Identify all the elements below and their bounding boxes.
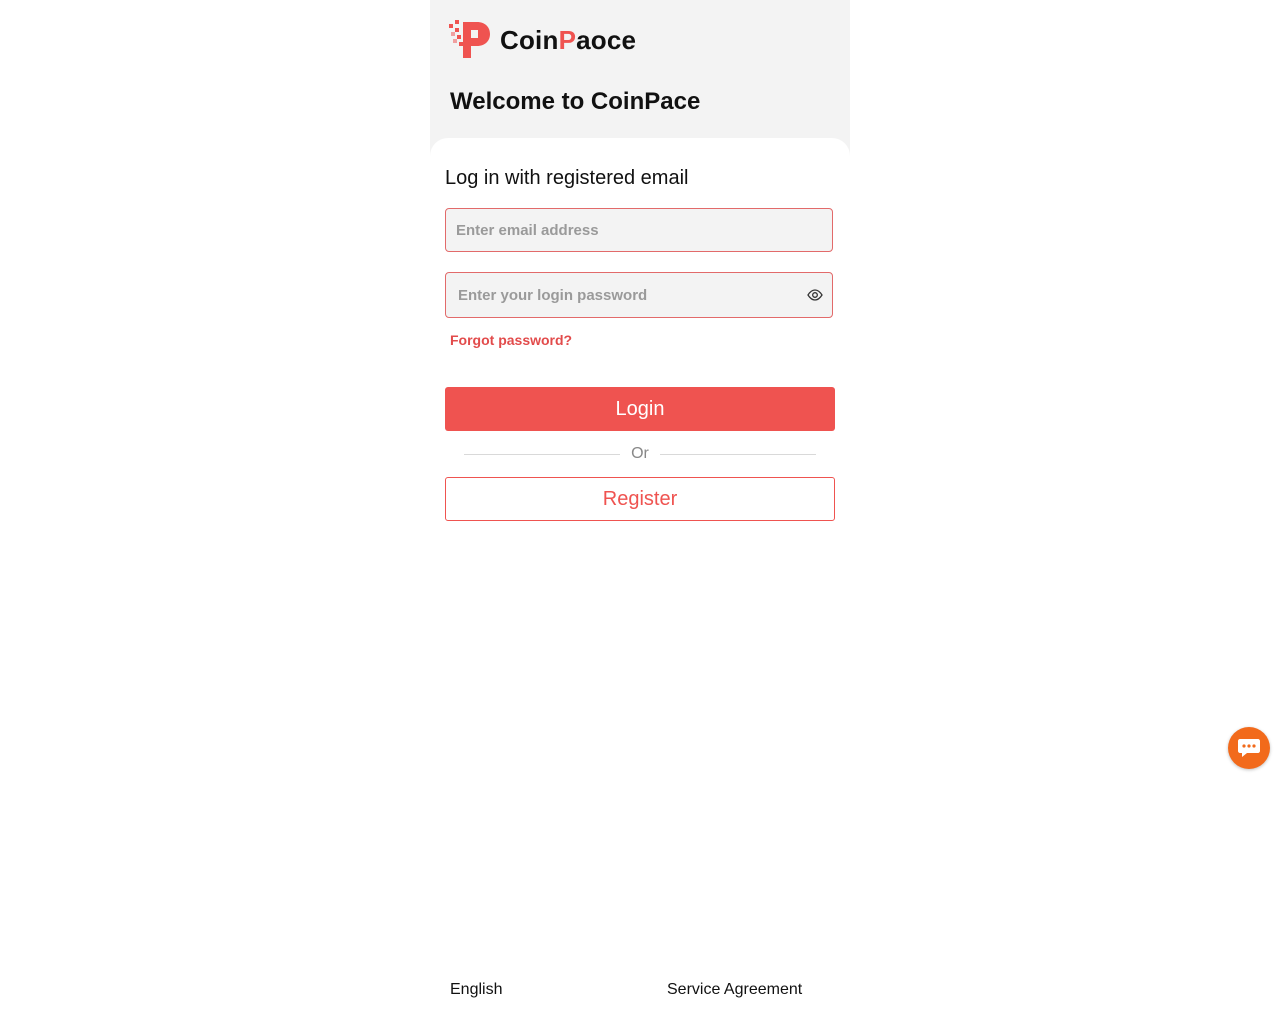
login-button[interactable]: Login [445, 387, 835, 431]
page-title: Welcome to CoinPace [450, 88, 701, 115]
header: CoinPaoce Welcome to CoinPace [430, 0, 850, 160]
password-field [445, 272, 833, 318]
login-card: Log in with registered email Forgot pass… [430, 138, 850, 1024]
brand-name: CoinPaoce [500, 25, 637, 55]
or-divider: Or [464, 445, 816, 465]
login-subtitle: Log in with registered email [445, 167, 689, 189]
coinpace-logo-icon [449, 20, 490, 58]
chat-bubble-icon [1238, 739, 1260, 757]
register-button[interactable]: Register [445, 477, 835, 521]
service-agreement-link[interactable]: Service Agreement [667, 981, 802, 999]
app-column: CoinPaoce Welcome to CoinPace Log in wit… [430, 0, 850, 1024]
email-input[interactable] [446, 209, 832, 251]
eye-icon[interactable] [807, 288, 823, 302]
divider-line [660, 454, 816, 455]
chat-button[interactable] [1228, 727, 1270, 769]
language-selector[interactable]: English [450, 981, 502, 999]
password-input[interactable] [446, 273, 832, 317]
email-field [445, 208, 833, 252]
page: CoinPaoce Welcome to CoinPace Log in wit… [0, 0, 1280, 1024]
forgot-password-link[interactable]: Forgot password? [450, 332, 572, 348]
